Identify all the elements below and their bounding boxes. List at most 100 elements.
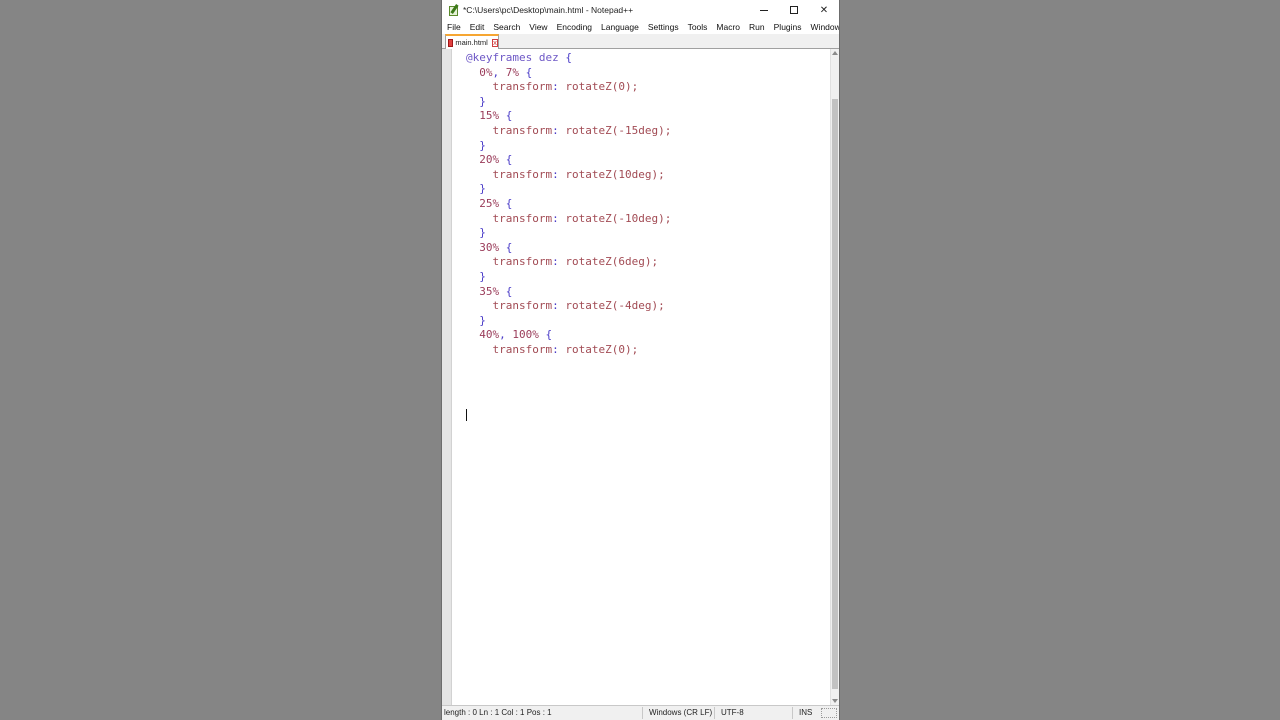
menu-language[interactable]: Language [601,22,639,32]
code-token: } [479,269,486,283]
close-icon: ✕ [819,4,829,16]
code-line: transform: rotateZ(10deg); [466,168,671,183]
code-token: transform [492,80,553,94]
code-token: { [538,328,553,342]
status-separator [642,707,643,719]
code-token: @keyframes [466,51,533,64]
code-token: } [479,226,486,240]
code-token: { [499,196,513,210]
maximize-icon [790,6,798,14]
code-token: 7% [505,65,519,79]
code-token: : [552,211,566,225]
code-line: transform: rotateZ(0); [466,343,671,358]
menu-settings[interactable]: Settings [648,22,679,32]
code-line: transform: rotateZ(-4deg); [466,299,671,314]
code-line: } [466,95,671,110]
status-length: length : 0 Ln : 1 Col : 1 Pos : 1 [444,708,552,717]
code-line: @keyframes dez { [466,51,671,66]
code-line: 30% { [466,241,671,256]
code-line: transform: rotateZ(0); [466,80,671,95]
code-line: 15% { [466,109,671,124]
letterbox-left [0,0,440,720]
status-bar: length : 0 Ln : 1 Col : 1 Pos : 1 Window… [442,705,839,720]
code-token: rotateZ(0); [565,80,639,94]
code-token: transform [492,211,553,225]
code-line: } [466,182,671,197]
notepadpp-window: *C:\Users\pc\Desktop\main.html - Notepad… [441,0,840,720]
code-line: transform: rotateZ(-15deg); [466,123,672,139]
code-line: 20% { [466,153,671,168]
code-token: rotateZ(0); [565,342,639,356]
code-token: { [499,284,513,298]
tab-bar: main.html x [442,34,839,49]
code-token: 20% [479,153,500,167]
scroll-thumb[interactable] [832,99,838,689]
code-editor[interactable]: @keyframes dez { 0%, 7% { transform: rot… [442,49,839,705]
status-insert-mode: INS [799,708,813,717]
code-line: transform: rotateZ(6deg); [466,255,671,270]
code-token: { [499,109,513,123]
code-token: { [519,65,533,79]
menu-run[interactable]: Run [749,22,765,32]
status-encoding: UTF-8 [721,708,744,717]
code-token: rotateZ(-10deg); [565,211,672,225]
code-token: 35% [479,284,500,298]
menu-bar: File Edit Search View Encoding Language … [442,20,839,34]
text-caret [466,409,467,421]
code-token: : [552,167,566,181]
code-token: rotateZ(-15deg); [565,123,672,137]
code-token: rotateZ(10deg); [565,167,665,181]
code-token: dez [532,51,566,64]
code-token: { [499,240,513,254]
code-line: } [466,226,671,241]
code-token: : [552,123,566,137]
menu-tools[interactable]: Tools [688,22,708,32]
code-token: rotateZ(6deg); [565,255,659,269]
code-token: : [552,80,566,94]
code-token: , [499,328,513,342]
resize-grip-icon[interactable] [821,708,837,718]
code-line: 25% { [466,197,671,212]
vertical-scrollbar[interactable] [830,49,839,705]
line-gutter [442,49,452,705]
window-controls: ✕ [749,0,839,20]
code-token: rotateZ(-4deg); [565,299,665,313]
file-modified-icon [448,38,454,47]
menu-macro[interactable]: Macro [716,22,740,32]
code-token: } [479,182,486,196]
title-bar[interactable]: *C:\Users\pc\Desktop\main.html - Notepad… [442,0,839,20]
menu-search[interactable]: Search [493,22,520,32]
menu-file[interactable]: File [447,22,461,32]
minimize-icon [760,9,768,11]
code-token: : [552,342,566,356]
menu-edit[interactable]: Edit [470,22,485,32]
maximize-button[interactable] [779,0,809,20]
code-token: } [479,313,486,327]
code-line: } [466,314,671,329]
code-token: 25% [479,196,500,210]
code-line: 40%, 100% { [466,328,671,343]
code-token: 0% [479,65,493,79]
code-token: , [492,65,506,79]
code-token: : [552,299,566,313]
code-token: } [479,138,486,152]
notepadpp-icon [448,4,460,16]
code-content: @keyframes dez { 0%, 7% { transform: rot… [466,51,671,357]
close-button[interactable]: ✕ [809,0,839,20]
scroll-up-icon[interactable] [832,51,838,55]
code-token: 40% [479,328,500,342]
code-token: transform [492,167,553,181]
menu-encoding[interactable]: Encoding [557,22,592,32]
tab-close-icon[interactable]: x [491,38,498,47]
menu-plugins[interactable]: Plugins [774,22,802,32]
tab-main-html[interactable]: main.html x [445,34,499,49]
menu-view[interactable]: View [529,22,547,32]
status-separator [792,707,793,719]
code-token: transform [492,342,553,356]
scroll-down-icon[interactable] [832,699,838,703]
minimize-button[interactable] [749,0,779,20]
status-separator [714,707,715,719]
menu-window[interactable]: Window [811,22,839,32]
code-token: transform [492,123,553,137]
code-token: 100% [512,328,539,342]
